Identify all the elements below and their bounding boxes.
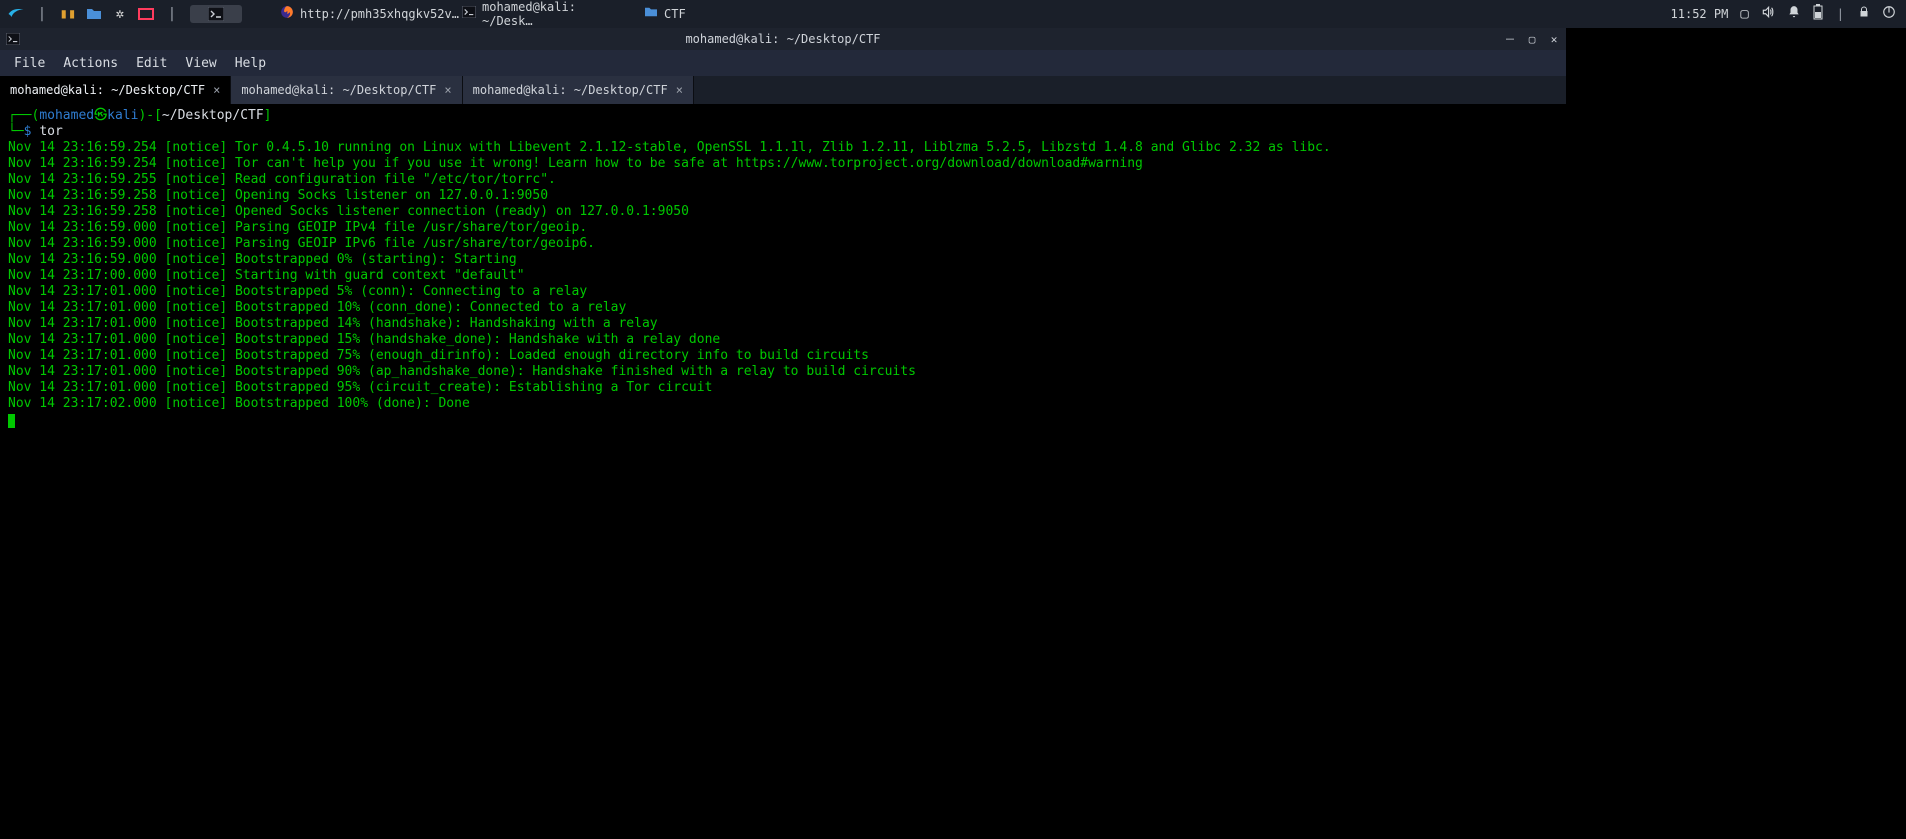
task-label: http://pmh35xhqgkv52v…	[300, 7, 459, 21]
menu-view[interactable]: View	[177, 53, 224, 74]
prompt-host: kali	[107, 108, 138, 123]
firefox-icon	[280, 5, 294, 23]
window-icon	[4, 30, 22, 48]
menu-help[interactable]: Help	[227, 53, 274, 74]
task-label: mohamed@kali: ~/Desk…	[482, 0, 626, 28]
top-panel: | ▮▮ ✲ | http://pmh35xhqgkv52v… mohamed@…	[0, 0, 1906, 28]
panel-launchers: | ▮▮ ✲ |	[4, 2, 242, 26]
terminal-output: Nov 14 23:16:59.254 [notice] Tor 0.4.5.1…	[8, 140, 1558, 412]
panel-separator: |	[30, 2, 54, 26]
titlebar[interactable]: mohamed@kali: ~/Desktop/CTF － ▢ ✕	[0, 28, 1566, 50]
maximize-button[interactable]: ▢	[1522, 30, 1542, 48]
settings-icon[interactable]: ✲	[108, 2, 132, 26]
kali-menu-icon[interactable]	[4, 2, 28, 26]
menu-edit[interactable]: Edit	[128, 53, 175, 74]
notifications-icon[interactable]	[1787, 5, 1801, 23]
power-icon[interactable]	[1882, 5, 1896, 23]
terminal-launcher[interactable]	[190, 5, 242, 23]
terminal-tab[interactable]: mohamed@kali: ~/Desktop/CTF ×	[0, 76, 231, 104]
task-folder[interactable]: CTF	[636, 3, 694, 25]
lock-icon[interactable]	[1858, 5, 1870, 23]
workspace-switcher-icon[interactable]: ▢	[1740, 6, 1748, 22]
tab-label: mohamed@kali: ~/Desktop/CTF	[10, 83, 205, 97]
tab-label: mohamed@kali: ~/Desktop/CTF	[473, 83, 668, 97]
show-desktop-icon[interactable]	[134, 2, 158, 26]
panel-separator: |	[160, 2, 184, 26]
task-terminal[interactable]: mohamed@kali: ~/Desk…	[454, 0, 634, 31]
window-title: mohamed@kali: ~/Desktop/CTF	[685, 32, 880, 46]
close-button[interactable]: ✕	[1544, 30, 1564, 48]
prompt-line: ┌──(mohamed㉿kali)-[~/Desktop/CTF]	[8, 108, 1558, 124]
tab-label: mohamed@kali: ~/Desktop/CTF	[241, 83, 436, 97]
prompt-cwd: ~/Desktop/CTF	[162, 108, 264, 123]
terminal-tab[interactable]: mohamed@kali: ~/Desktop/CTF ×	[463, 76, 694, 104]
cursor	[8, 414, 15, 428]
directory-icon[interactable]: ▮▮	[56, 2, 80, 26]
task-firefox[interactable]: http://pmh35xhqgkv52v…	[272, 2, 452, 26]
menu-actions[interactable]: Actions	[55, 53, 126, 74]
terminal-tabbar: mohamed@kali: ~/Desktop/CTF × mohamed@ka…	[0, 76, 1566, 104]
menu-file[interactable]: File	[6, 53, 53, 74]
volume-icon[interactable]	[1761, 5, 1775, 23]
terminal-tab[interactable]: mohamed@kali: ~/Desktop/CTF ×	[231, 76, 462, 104]
folder-icon	[644, 6, 658, 22]
minimize-button[interactable]: －	[1500, 30, 1520, 48]
battery-icon[interactable]	[1813, 4, 1823, 24]
prompt-line: └─$ tor	[8, 124, 1558, 140]
menubar: File Actions Edit View Help	[0, 50, 1566, 76]
terminal-window: mohamed@kali: ~/Desktop/CTF － ▢ ✕ File A…	[0, 28, 1566, 708]
tab-close-icon[interactable]: ×	[676, 83, 683, 97]
tray-separator: |	[1837, 7, 1844, 21]
window-controls: － ▢ ✕	[1500, 30, 1564, 48]
taskbar: http://pmh35xhqgkv52v… mohamed@kali: ~/D…	[272, 0, 694, 31]
tab-close-icon[interactable]: ×	[213, 83, 220, 97]
file-manager-icon[interactable]	[82, 2, 106, 26]
clock[interactable]: 11:52 PM	[1671, 7, 1729, 21]
terminal-icon	[462, 6, 476, 22]
terminal-body[interactable]: ┌──(mohamed㉿kali)-[~/Desktop/CTF]└─$ tor…	[0, 104, 1566, 436]
tab-close-icon[interactable]: ×	[444, 83, 451, 97]
task-label: CTF	[664, 7, 686, 21]
systray: 11:52 PM ▢ |	[1671, 4, 1902, 24]
prompt-user: mohamed	[39, 108, 94, 123]
command: tor	[39, 124, 62, 139]
